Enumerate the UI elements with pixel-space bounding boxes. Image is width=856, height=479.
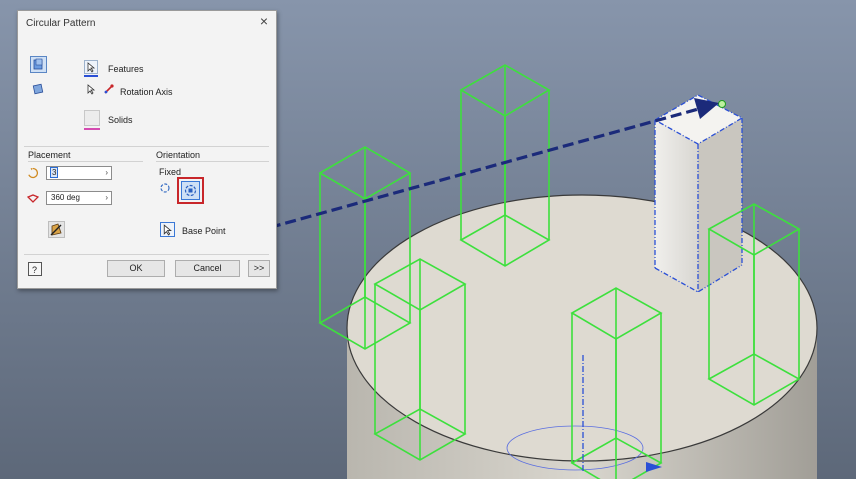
solids-select-underline [84, 128, 100, 130]
orientation-underline [156, 161, 269, 162]
midplane-icon[interactable] [48, 221, 65, 238]
section-divider [24, 146, 269, 147]
more-options-button[interactable]: >> [248, 260, 270, 277]
footer-divider [24, 254, 269, 255]
occurrence-angle-dropdown-icon[interactable]: › [105, 193, 108, 202]
ok-button[interactable]: OK [107, 260, 165, 277]
features-select-underline [84, 75, 98, 77]
occurrence-count-dropdown-icon[interactable]: › [105, 168, 108, 177]
features-select-icon[interactable] [84, 60, 98, 74]
rotation-axis-select-icon[interactable] [84, 82, 98, 96]
close-button[interactable]: × [256, 13, 272, 29]
rotational-orientation-icon[interactable] [158, 181, 172, 195]
placement-section-label: Placement [28, 150, 71, 160]
occurrence-count-value: 3 [49, 167, 59, 178]
occurrence-angle-input[interactable]: 360 deg › [46, 191, 112, 205]
help-icon[interactable]: ? [28, 262, 42, 276]
fixed-label: Fixed [159, 167, 182, 177]
pattern-solids-icon[interactable] [30, 80, 47, 97]
svg-text:?: ? [32, 265, 37, 275]
flip-axis-icon[interactable] [102, 82, 116, 96]
base-point-label: Base Point [182, 226, 226, 236]
occurrence-count-input[interactable]: 3 › [46, 166, 112, 180]
dialog-title: Circular Pattern [26, 18, 96, 29]
base-point-select-icon[interactable] [160, 222, 175, 237]
base-solid-box [653, 94, 744, 293]
features-label: Features [108, 64, 144, 74]
occurrence-angle-value: 360 deg [51, 193, 80, 202]
occurrence-count-icon [27, 167, 39, 181]
occurrence-angle-icon [26, 192, 40, 206]
solids-select-icon[interactable] [84, 110, 100, 126]
pattern-individual-features-icon[interactable] [30, 56, 47, 73]
fixed-orientation-icon[interactable] [181, 181, 200, 200]
rotation-axis-label: Rotation Axis [120, 87, 173, 97]
placement-underline [28, 161, 143, 162]
solids-label: Solids [108, 115, 133, 125]
base-point-marker [718, 100, 726, 108]
cancel-button[interactable]: Cancel [175, 260, 240, 277]
orientation-section-label: Orientation [156, 150, 201, 160]
circular-pattern-dialog: Circular Pattern × Features Rotation Axi… [17, 10, 277, 289]
cylinder-body [346, 194, 818, 479]
